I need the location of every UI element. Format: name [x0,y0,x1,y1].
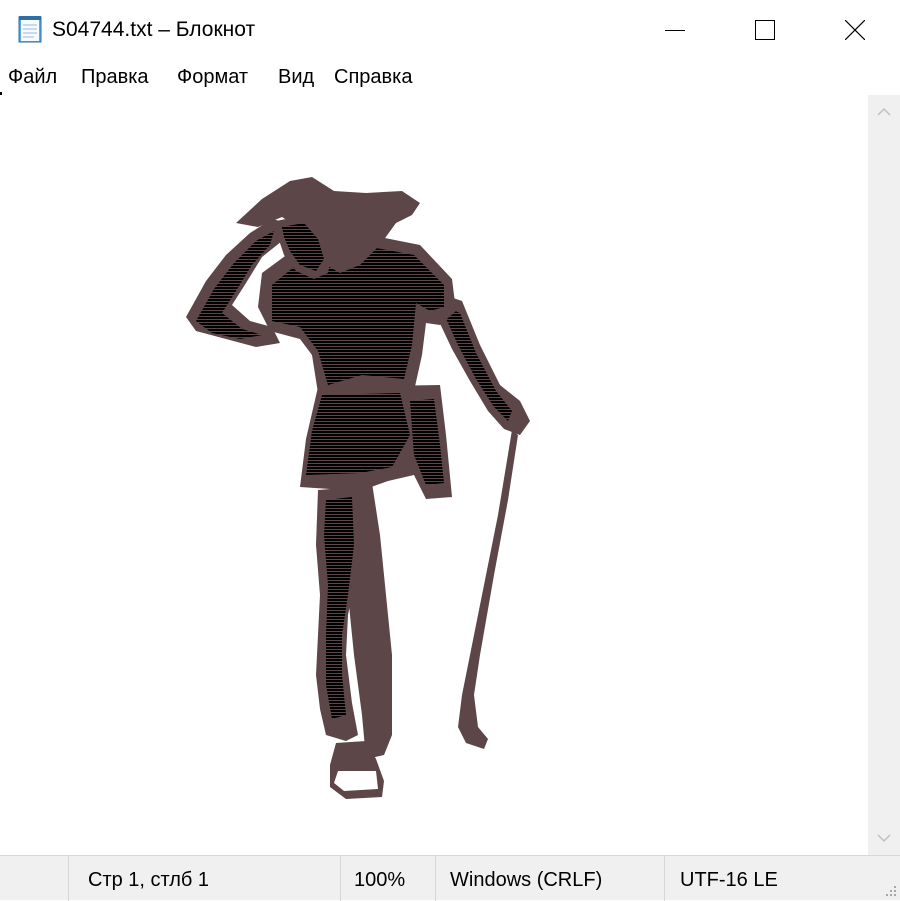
menu-view[interactable]: Вид [277,64,315,90]
notepad-icon[interactable] [16,14,46,44]
menu-edit[interactable]: Правка [80,64,150,90]
golf-club [458,430,518,749]
maximize-button[interactable] [720,0,810,60]
status-line-endings: Windows (CRLF) [450,869,603,891]
status-encoding: UTF-16 LE [680,869,778,891]
status-bar: Стр 1, стлб 1 100% Windows (CRLF) UTF-16… [0,855,900,901]
chevron-down-icon [877,834,891,843]
scroll-down-button[interactable] [868,821,900,855]
window-title: S04744.txt – Блокнот [52,18,256,41]
close-icon [845,20,865,40]
maximize-icon [755,20,775,40]
golfer-ascii-art [186,177,530,799]
close-button[interactable] [810,0,900,60]
status-separator [68,856,69,901]
status-separator [340,856,341,901]
status-cursor-position: Стр 1, стлб 1 [88,869,210,891]
chevron-up-icon [877,107,891,116]
status-zoom: 100% [354,869,406,891]
title-bar[interactable]: S04744.txt – Блокнот [0,0,900,60]
notepad-window: S04744.txt – Блокнот Файл Правка Формат … [0,0,900,901]
menu-file[interactable]: Файл [7,64,58,90]
minimize-icon [665,30,685,31]
vertical-scrollbar[interactable] [868,95,900,855]
minimize-button[interactable] [630,0,720,60]
status-separator [435,856,436,901]
menu-help[interactable]: Справка [333,64,413,90]
menu-format[interactable]: Формат [176,64,249,90]
scroll-up-button[interactable] [868,95,900,129]
text-editor-area[interactable] [0,95,868,855]
menu-bar: Файл Правка Формат Вид Справка [0,60,900,94]
resize-grip-icon[interactable] [883,883,897,897]
status-separator [664,856,665,901]
